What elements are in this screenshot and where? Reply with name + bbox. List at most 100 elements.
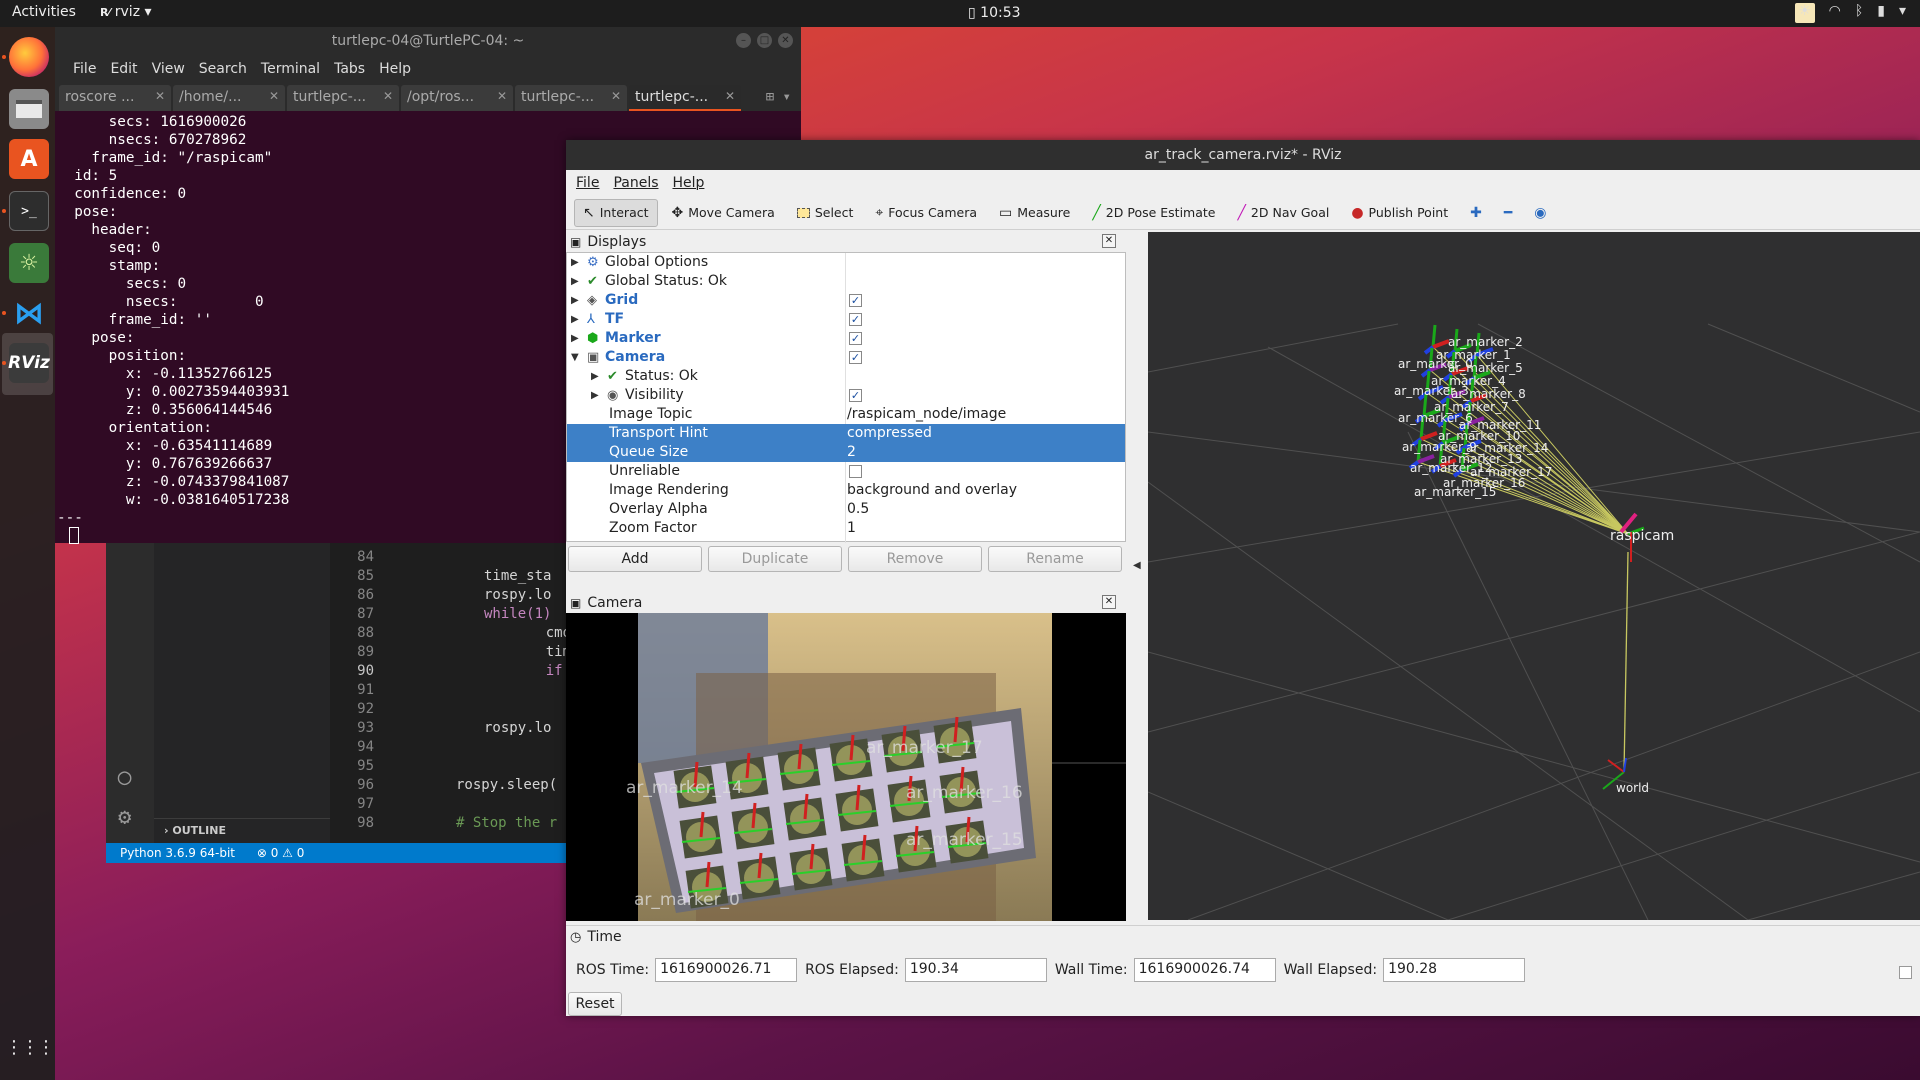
duplicate-display-button[interactable]: Duplicate (708, 546, 842, 572)
system-tray[interactable]: ☀ ◠ ᛒ ▮ ▾ (1794, 3, 1906, 23)
tree-row-image-topic[interactable]: Image Topic /raspicam_node/image (567, 405, 1125, 424)
tree-row-grid[interactable]: ▶ ◈ Grid ✓ (567, 291, 1125, 310)
add-tool-button[interactable]: ✚ (1462, 199, 1490, 227)
tree-row-global-options[interactable]: ▶ ⚙ Global Options (567, 253, 1125, 272)
enabled-checkbox[interactable]: ✓ (849, 313, 862, 326)
manage-gear-icon[interactable]: ⚙ (118, 805, 131, 830)
menu-help[interactable]: Help (379, 55, 411, 83)
tree-row-marker[interactable]: ▶ ⬢ Marker ✓ (567, 329, 1125, 348)
row-value[interactable]: 1 (847, 519, 856, 538)
close-icon[interactable]: ✕ (778, 33, 793, 48)
panel-splitter[interactable]: ◀ (1128, 232, 1148, 920)
remove-tool-button[interactable]: ━ (1496, 199, 1520, 227)
tree-row-transport-hint[interactable]: Transport Hint compressed (567, 424, 1125, 443)
menu-tabs[interactable]: Tabs (334, 55, 365, 83)
terminal-tab[interactable]: /opt/ros... ✕ (401, 85, 513, 111)
tool-properties-button[interactable]: ◉ (1526, 199, 1554, 227)
close-tab-icon[interactable]: ✕ (611, 89, 621, 103)
outline-section[interactable]: › OUTLINE (154, 818, 330, 840)
enabled-checkbox[interactable]: ✓ (849, 389, 862, 402)
remove-display-button[interactable]: Remove (848, 546, 982, 572)
add-display-button[interactable]: Add (568, 546, 702, 572)
enabled-checkbox[interactable]: ✓ (849, 332, 862, 345)
tree-row-queue-size[interactable]: Queue Size 2 (567, 443, 1125, 462)
close-tab-icon[interactable]: ✕ (269, 89, 279, 103)
terminal-tab[interactable]: turtlepc-... ✕ (287, 85, 399, 111)
problems-count[interactable]: ⊗ 0 ⚠ 0 (257, 846, 305, 860)
close-panel-icon[interactable]: ✕ (1102, 595, 1116, 609)
battery-icon[interactable]: ▮ (1877, 3, 1885, 23)
expand-arrow-icon[interactable]: ▶ (571, 253, 583, 272)
2d-nav-goal-tool[interactable]: ╱ 2D Nav Goal (1229, 199, 1337, 227)
wifi-icon[interactable]: ◠ (1829, 3, 1841, 23)
tree-row-overlay-alpha[interactable]: Overlay Alpha 0.5 (567, 500, 1125, 519)
publish-point-tool[interactable]: ● Publish Point (1343, 199, 1456, 227)
tree-row-zoom-factor[interactable]: Zoom Factor 1 (567, 519, 1125, 538)
collapse-left-icon[interactable]: ◀ (1133, 560, 1141, 571)
terminal-tab[interactable]: roscore ... ✕ (59, 85, 171, 111)
row-value[interactable]: background and overlay (847, 481, 1017, 500)
terminal-tab[interactable]: turtlepc-... ✕ (515, 85, 627, 111)
firefox-icon[interactable] (9, 37, 49, 77)
expand-arrow-icon[interactable]: ▶ (591, 367, 603, 386)
2d-pose-estimate-tool[interactable]: ╱ 2D Pose Estimate (1084, 199, 1223, 227)
tree-row-image-rendering[interactable]: Image Rendering background and overlay (567, 481, 1125, 500)
activities-button[interactable]: Activities (12, 4, 76, 20)
focus-camera-tool[interactable]: ⌖ Focus Camera (867, 199, 985, 227)
tree-row-visibility[interactable]: ▶ ◉ Visibility ✓ (567, 386, 1125, 405)
interact-tool[interactable]: ↖ Interact (574, 198, 658, 227)
menu-search[interactable]: Search (199, 55, 247, 83)
ros-time-field[interactable]: 1616900026.71 (655, 958, 798, 982)
power-menu-icon[interactable]: ▾ (1899, 3, 1906, 23)
python-interpreter[interactable]: Python 3.6.9 64-bit (120, 846, 235, 860)
files-icon[interactable] (9, 89, 49, 129)
displays-tree[interactable]: ▶ ⚙ Global Options ▶ ✔ Global Status: Ok… (566, 252, 1126, 543)
expand-arrow-icon[interactable]: ▶ (591, 386, 603, 405)
terminal-titlebar[interactable]: turtlepc-04@TurtlePC-04: ~ – □ ✕ (55, 27, 801, 55)
app-menu[interactable]: R⁄ rviz ▾ (100, 4, 152, 20)
close-tab-icon[interactable]: ✕ (155, 89, 165, 103)
tree-row-tf[interactable]: ▶ ⅄ TF ✓ (567, 310, 1125, 329)
rviz-titlebar[interactable]: ar_track_camera.rviz* - RViz (566, 140, 1920, 170)
menu-edit[interactable]: Edit (110, 55, 137, 83)
close-tab-icon[interactable]: ✕ (725, 89, 735, 103)
expand-arrow-icon[interactable]: ▶ (571, 291, 583, 310)
tree-row-unreliable[interactable]: Unreliable (567, 462, 1125, 481)
measure-tool[interactable]: ▭ Measure (991, 199, 1078, 227)
select-tool[interactable]: Select (789, 199, 862, 227)
show-applications-icon[interactable]: ⋮⋮⋮ (5, 1027, 55, 1067)
software-center-icon[interactable]: A (9, 139, 49, 179)
move-camera-tool[interactable]: ✥ Move Camera (664, 199, 783, 227)
expand-arrow-icon[interactable]: ▶ (571, 310, 583, 329)
maximize-icon[interactable]: □ (757, 33, 772, 48)
expand-arrow-icon[interactable]: ▶ (571, 272, 583, 291)
new-tab-icon[interactable]: ⊞ ▾ (766, 89, 791, 105)
bluetooth-icon[interactable]: ᛒ (1855, 3, 1863, 23)
rviz-icon[interactable]: RViz (8, 343, 50, 383)
tree-row-global-status[interactable]: ▶ ✔ Global Status: Ok (567, 272, 1125, 291)
experimental-checkbox[interactable] (1899, 966, 1912, 979)
collapse-arrow-icon[interactable]: ▼ (571, 348, 583, 367)
minimize-icon[interactable]: – (736, 33, 751, 48)
reset-button[interactable]: Reset (568, 992, 622, 1016)
row-value[interactable]: 0.5 (847, 500, 869, 519)
enabled-checkbox[interactable]: ✓ (849, 351, 862, 364)
expand-arrow-icon[interactable]: ▶ (571, 329, 583, 348)
close-tab-icon[interactable]: ✕ (497, 89, 507, 103)
terminal-tab-active[interactable]: turtlepc-... ✕ (629, 85, 741, 111)
menu-terminal[interactable]: Terminal (261, 55, 320, 83)
enabled-checkbox[interactable]: ✓ (849, 294, 862, 307)
close-tab-icon[interactable]: ✕ (383, 89, 393, 103)
3d-viewport[interactable]: ar_marker_2 ar_marker_1 ar_marker_0 ar_mark… (1148, 232, 1920, 920)
menu-view[interactable]: View (152, 55, 185, 83)
menu-file[interactable]: File (73, 55, 96, 83)
camera-image[interactable]: ar_marker_14 ar_marker_17 ar_marker_16 a… (566, 613, 1126, 921)
close-panel-icon[interactable]: ✕ (1102, 234, 1116, 248)
ros-elapsed-field[interactable]: 190.34 (904, 958, 1047, 982)
rename-display-button[interactable]: Rename (988, 546, 1122, 572)
account-icon[interactable]: ◯ (118, 765, 131, 790)
terminal-icon[interactable]: >_ (9, 191, 49, 231)
menu-file[interactable]: File (576, 170, 599, 196)
row-value[interactable]: compressed (847, 424, 932, 443)
vscode-icon[interactable]: ⋈ (9, 293, 49, 333)
